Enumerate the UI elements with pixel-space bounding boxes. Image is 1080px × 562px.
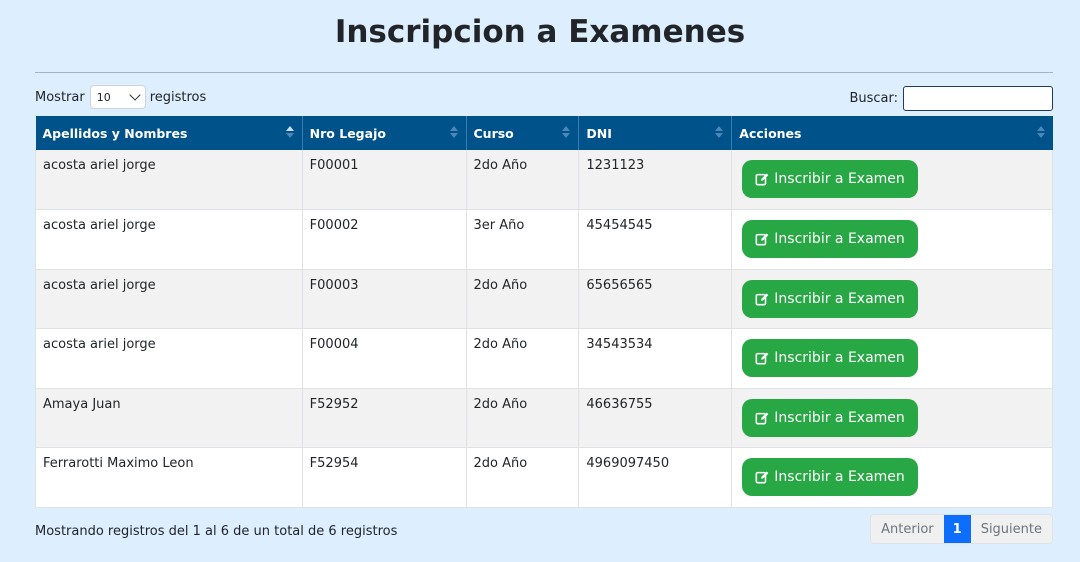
length-suffix: registros — [149, 89, 207, 105]
edit-icon — [755, 233, 769, 246]
inscribir-button-label: Inscribir a Examen — [774, 290, 905, 307]
sort-icon — [1036, 126, 1045, 140]
cell-nombre: acosta ariel jorge — [35, 328, 303, 389]
cell-nombre: acosta ariel jorge — [35, 209, 303, 270]
cell-acciones: Inscribir a Examen — [731, 150, 1053, 210]
cell-curso: 2do Año — [466, 328, 580, 389]
cell-acciones: Inscribir a Examen — [731, 209, 1053, 270]
next-page-button[interactable]: Siguiente — [970, 515, 1052, 543]
table-row: Ferrarotti Maximo Leon F52954 2do Año 49690… — [35, 447, 1053, 508]
inscribir-button[interactable]: Inscribir a Examen — [742, 279, 918, 318]
length-select-value: 10 — [96, 90, 111, 104]
cell-legajo: F00003 — [302, 269, 467, 329]
pagination: Anterior 1 Siguiente — [870, 514, 1053, 544]
cell-curso: 2do Año — [466, 150, 580, 210]
cell-nombre: Amaya Juan — [35, 388, 303, 448]
cell-dni: 34543534 — [578, 328, 733, 389]
cell-nombre: acosta ariel jorge — [35, 150, 303, 210]
sort-icon — [562, 126, 571, 140]
cell-dni: 65656565 — [578, 269, 733, 329]
length-control: Mostrar 10 registros — [35, 85, 206, 109]
cell-dni: 45454545 — [578, 209, 733, 270]
cell-curso: 3er Año — [466, 209, 580, 270]
length-prefix: Mostrar — [35, 89, 85, 105]
cell-legajo: F52952 — [302, 388, 467, 448]
cell-legajo: F00001 — [302, 150, 467, 210]
inscribir-button[interactable]: Inscribir a Examen — [742, 339, 918, 377]
prev-page-button[interactable]: Anterior — [871, 515, 944, 543]
cell-nombre: Ferrarotti Maximo Leon — [35, 447, 303, 508]
table-row: Amaya Juan F52952 2do Año 46636755 Inscribir… — [35, 388, 1053, 448]
sort-icon — [285, 126, 294, 140]
cell-curso: 2do Año — [466, 388, 580, 448]
edit-icon — [755, 411, 769, 424]
inscribir-button-label: Inscribir a Examen — [774, 469, 905, 485]
edit-icon — [755, 292, 769, 305]
col-header-dni[interactable]: DNI — [578, 116, 733, 150]
cell-legajo: F52954 — [302, 447, 467, 508]
inscribir-button[interactable]: Inscribir a Examen — [742, 160, 918, 198]
search-control: Buscar: — [849, 86, 1053, 111]
edit-icon — [755, 352, 769, 365]
search-label: Buscar: — [849, 91, 898, 106]
page-title: Inscripcion a Examenes — [334, 14, 746, 50]
inscribir-button-label: Inscribir a Examen — [774, 409, 905, 426]
sort-icon — [449, 126, 458, 140]
cell-acciones: Inscribir a Examen — [731, 269, 1053, 329]
table-row: acosta ariel jorge F00001 2do Año 1231123 In… — [35, 150, 1053, 210]
inscribir-button[interactable]: Inscribir a Examen — [742, 220, 918, 258]
cell-acciones: Inscribir a Examen — [731, 447, 1053, 508]
title-divider — [35, 72, 1053, 73]
table-header-row: Apellidos y Nombres Nro Legajo Curso DNI… — [35, 116, 1053, 150]
edit-icon — [755, 173, 769, 186]
inscribir-button-label: Inscribir a Examen — [774, 231, 905, 247]
table-row: acosta ariel jorge F00002 3er Año 45454545 I… — [35, 209, 1053, 270]
sort-icon — [715, 126, 724, 140]
chevron-down-icon — [129, 89, 141, 101]
col-header-nombre[interactable]: Apellidos y Nombres — [35, 116, 303, 150]
cell-dni: 1231123 — [578, 150, 733, 210]
inscribir-button-label: Inscribir a Examen — [774, 171, 905, 187]
col-header-curso[interactable]: Curso — [466, 116, 580, 150]
length-select[interactable]: 10 — [89, 85, 146, 109]
cell-curso: 2do Año — [466, 269, 580, 329]
edit-icon — [755, 471, 769, 484]
search-input[interactable] — [903, 86, 1053, 111]
col-header-acciones[interactable]: Acciones — [732, 116, 1053, 150]
cell-curso: 2do Año — [466, 447, 580, 508]
inscribir-button-label: Inscribir a Examen — [774, 350, 905, 366]
table-info: Mostrando registros del 1 al 6 de un tot… — [35, 524, 398, 539]
table-row: acosta ariel jorge F00004 2do Año 34543534 I… — [35, 328, 1053, 389]
students-table: Apellidos y Nombres Nro Legajo Curso DNI… — [35, 116, 1053, 508]
cell-nombre: acosta ariel jorge — [35, 269, 303, 329]
table-row: acosta ariel jorge F00003 2do Año 65656565 I… — [35, 269, 1053, 329]
cell-dni: 4969097450 — [578, 447, 733, 508]
cell-dni: 46636755 — [578, 388, 733, 448]
cell-legajo: F00004 — [302, 328, 467, 389]
col-header-legajo[interactable]: Nro Legajo — [302, 116, 467, 150]
inscribir-button[interactable]: Inscribir a Examen — [742, 458, 918, 496]
page-1-button[interactable]: 1 — [943, 515, 971, 543]
cell-acciones: Inscribir a Examen — [731, 388, 1053, 448]
inscribir-button[interactable]: Inscribir a Examen — [742, 398, 918, 437]
cell-acciones: Inscribir a Examen — [731, 328, 1053, 389]
cell-legajo: F00002 — [302, 209, 467, 270]
